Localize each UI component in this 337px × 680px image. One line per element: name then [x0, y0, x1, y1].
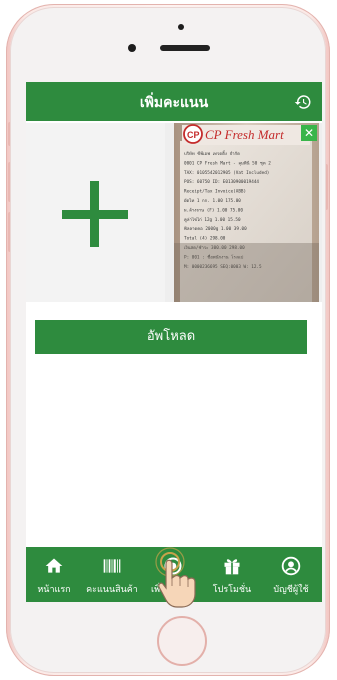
nav-item-home[interactable]: หน้าแรก: [26, 547, 82, 602]
receipt-line: พิลลาดคอ 2000g 1.00 39.00: [184, 226, 247, 232]
receipt-brand: CP Fresh Mart: [205, 127, 284, 142]
user-account-icon: [281, 556, 301, 576]
upload-button[interactable]: อัพโหลด: [35, 320, 307, 354]
receipt-line: ผ.ล้างจาน (F) 1.00 75.00: [184, 207, 243, 213]
receipt-line: POS: 60750 ID: E0130900019444: [184, 179, 259, 185]
nav-label-account: บัญชีผู้ใช้: [273, 585, 309, 595]
history-icon[interactable]: [294, 93, 312, 111]
earpiece-speaker: [160, 45, 210, 51]
close-icon[interactable]: ✕: [301, 125, 317, 141]
home-button[interactable]: [157, 616, 207, 666]
receipt-thumbnail[interactable]: CP CP Fresh Mart บริษัท ซีพีเอฟ เทรดดิ้ง…: [174, 123, 319, 302]
receipt-line: ผัดไท 1 กก. 1.00 175.00: [184, 198, 241, 204]
barcode-icon: [103, 559, 121, 573]
nav-item-account[interactable]: บัญชีผู้ใช้: [260, 547, 322, 602]
svg-text:CP: CP: [187, 130, 200, 140]
tap-hand-icon: [155, 547, 196, 608]
app-screen: เพิ่มคะแนน CP CP Fresh Mart บริษัท ซีพีเ…: [26, 82, 322, 602]
add-photo-tile[interactable]: [26, 123, 165, 302]
nav-item-product-points[interactable]: คะแนนสินค้า: [82, 547, 142, 602]
nav-label-product-points: คะแนนสินค้า: [86, 585, 138, 595]
receipt-photo-row: CP CP Fresh Mart บริษัท ซีพีเอฟ เทรดดิ้ง…: [26, 123, 322, 302]
nav-label-home: หน้าแรก: [37, 585, 71, 595]
home-icon: [45, 558, 63, 573]
top-app-bar: เพิ่มคะแนน: [26, 82, 322, 121]
proximity-sensor: [178, 24, 184, 30]
receipt-line: บริษัท ซีพีเอฟ เทรดดิ้ง จำกัด: [184, 150, 240, 157]
receipt-line: Receipt/Tax Invoice(ABB): [184, 189, 246, 195]
nav-label-promotion: โปรโมชั่น: [212, 585, 252, 595]
front-camera: [128, 44, 136, 52]
page-title: เพิ่มคะแนน: [139, 95, 209, 111]
receipt-line: 0001 CP Fresh Mart - ลุมพินี 50 ชุด 2: [184, 160, 271, 166]
gift-icon: [224, 559, 240, 575]
receipt-line: คูล่าไข่ไก่ 12g 1.00 15.50: [184, 217, 241, 223]
receipt-line: TAX: 0105542012905 (Vat Included): [184, 170, 269, 176]
receipt-line: Total (4) 298.00: [184, 236, 226, 242]
nav-item-promotion[interactable]: โปรโมชั่น: [204, 547, 260, 602]
plus-icon-bar: [62, 210, 128, 219]
